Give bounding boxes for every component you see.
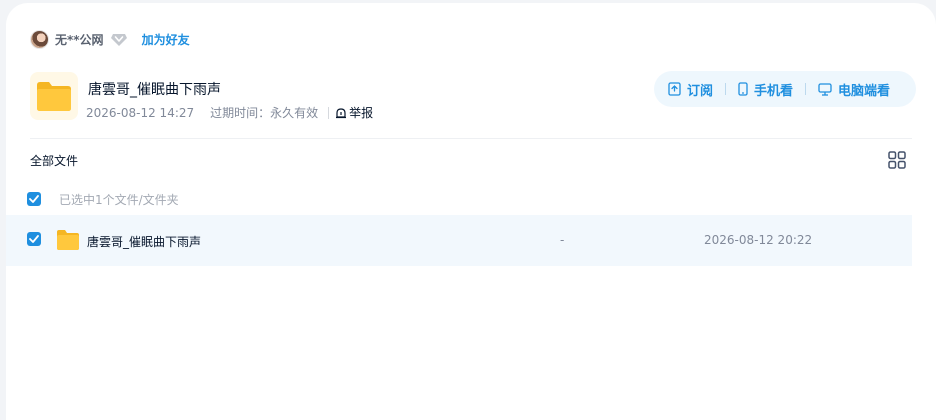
file-size: - [560,233,565,247]
select-all-checkbox[interactable] [27,192,41,206]
share-created-time: 2026-08-12 14:27 [86,105,195,120]
meta-divider [328,106,330,119]
breadcrumb[interactable]: 全部文件 [30,152,78,169]
folder-icon [56,229,80,251]
grid-view-icon[interactable] [888,151,906,169]
monitor-icon [818,82,832,96]
expiry-label: 过期时间： [210,106,271,120]
sharer-name[interactable]: 无**公网 [55,31,104,48]
sharer-info: 无**公网 加为好友 [30,29,190,49]
share-actions: 订阅 手机看 电脑端看 [654,71,916,107]
table-row[interactable]: 唐雲哥_催眠曲下雨声 - 2026-08-12 20:22 [6,215,912,266]
check-icon [29,195,39,203]
vip-diamond-icon [110,30,128,48]
file-modified-time: 2026-08-12 20:22 [704,233,813,247]
report-button[interactable]: 举报 [335,104,373,121]
share-title: 唐雲哥_催眠曲下雨声 [88,82,221,98]
desktop-view-label: 电脑端看 [838,83,891,99]
share-folder-icon [30,72,78,120]
report-label: 举报 [349,106,374,120]
mobile-view-label: 手机看 [754,83,794,99]
avatar[interactable] [30,29,49,49]
subscribe-label: 订阅 [687,83,714,99]
check-icon [29,235,39,243]
subscribe-icon [668,82,681,96]
expiry-value: 永久有效 [270,106,319,120]
row-checkbox[interactable] [27,232,41,246]
share-card: 无**公网 加为好友 唐雲哥_催眠曲下雨声 2026-08-12 14:27 过… [6,3,936,420]
phone-icon [738,82,748,96]
action-divider [725,83,727,95]
desktop-view-button[interactable]: 电脑端看 [818,80,890,99]
file-name[interactable]: 唐雲哥_催眠曲下雨声 [87,233,201,250]
share-meta: 2026-08-12 14:27 过期时间： 永久有效 举报 [86,104,373,121]
subscribe-button[interactable]: 订阅 [668,80,713,99]
mobile-view-button[interactable]: 手机看 [738,80,793,99]
add-friend-link[interactable]: 加为好友 [142,31,190,48]
header-divider [30,138,912,139]
selection-summary: 已选中1个文件/文件夹 [59,193,179,207]
action-divider [805,83,807,95]
report-icon [336,107,347,118]
